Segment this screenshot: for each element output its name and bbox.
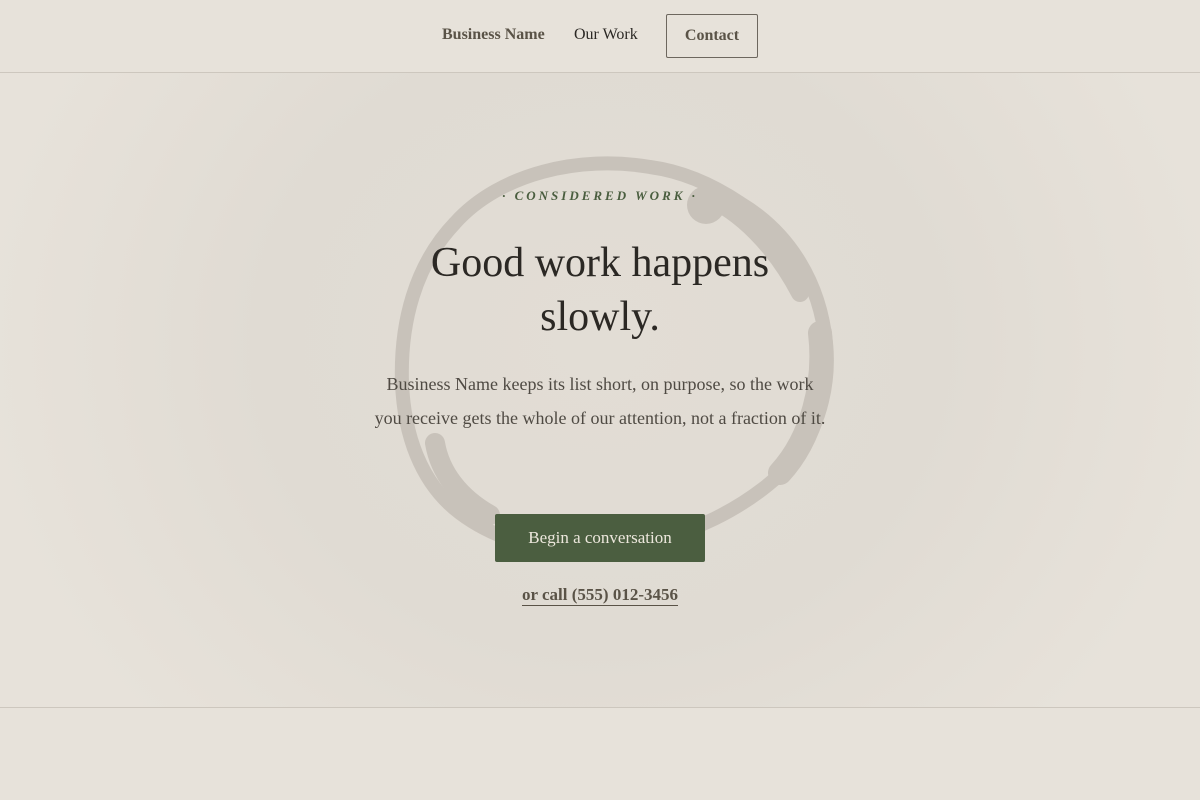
nav-contact-button[interactable]: Contact <box>666 14 758 58</box>
call-line: or call (555) 012-3456 <box>0 585 1200 606</box>
top-nav: Business Name Our Work Contact <box>0 0 1200 73</box>
hero-lede: Business Name keeps its list short, on p… <box>374 374 826 428</box>
hero-section: · CONSIDERED WORK · Good work happens sl… <box>0 73 1200 708</box>
nav-our-work-link[interactable]: Our Work <box>574 26 638 44</box>
nav-brand-link[interactable]: Business Name <box>442 26 545 44</box>
hero-eyebrow: · CONSIDERED WORK · <box>502 188 698 203</box>
begin-conversation-button[interactable]: Begin a conversation <box>495 514 705 562</box>
call-phone-link[interactable]: or call (555) 012-3456 <box>522 585 678 606</box>
hero-headline: Good work happens slowly. <box>430 240 770 340</box>
coffee-ring-decoration <box>394 156 834 558</box>
